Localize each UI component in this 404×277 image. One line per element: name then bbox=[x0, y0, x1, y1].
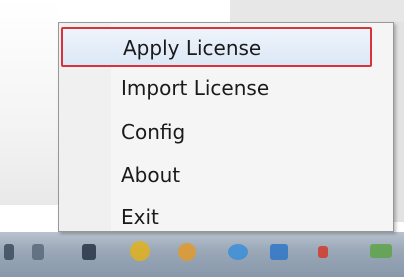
tray-app-icon[interactable] bbox=[270, 244, 288, 260]
menu-item-config[interactable]: Config bbox=[121, 113, 391, 151]
menu-item-about[interactable]: About bbox=[121, 156, 391, 194]
tray-app-icon[interactable] bbox=[370, 244, 392, 258]
tray-app-icon[interactable] bbox=[178, 243, 196, 261]
tray-app-icon[interactable] bbox=[130, 241, 150, 261]
menu-item-apply-license[interactable]: Apply License bbox=[61, 27, 372, 67]
background-window-right bbox=[394, 22, 404, 222]
tray-app-icon[interactable] bbox=[4, 244, 14, 260]
background-window-top bbox=[230, 0, 404, 22]
menu-item-import-license[interactable]: Import License bbox=[121, 69, 391, 107]
menu-item-exit[interactable]: Exit bbox=[121, 198, 391, 236]
tray-app-icon[interactable] bbox=[228, 244, 248, 260]
tray-app-icon[interactable] bbox=[32, 244, 44, 260]
taskbar bbox=[0, 232, 404, 277]
tray-app-icon[interactable] bbox=[318, 246, 328, 258]
tray-app-icon[interactable] bbox=[82, 244, 96, 260]
background-window-left bbox=[0, 0, 58, 205]
context-menu: Apply License Import License Config Abou… bbox=[58, 22, 394, 232]
